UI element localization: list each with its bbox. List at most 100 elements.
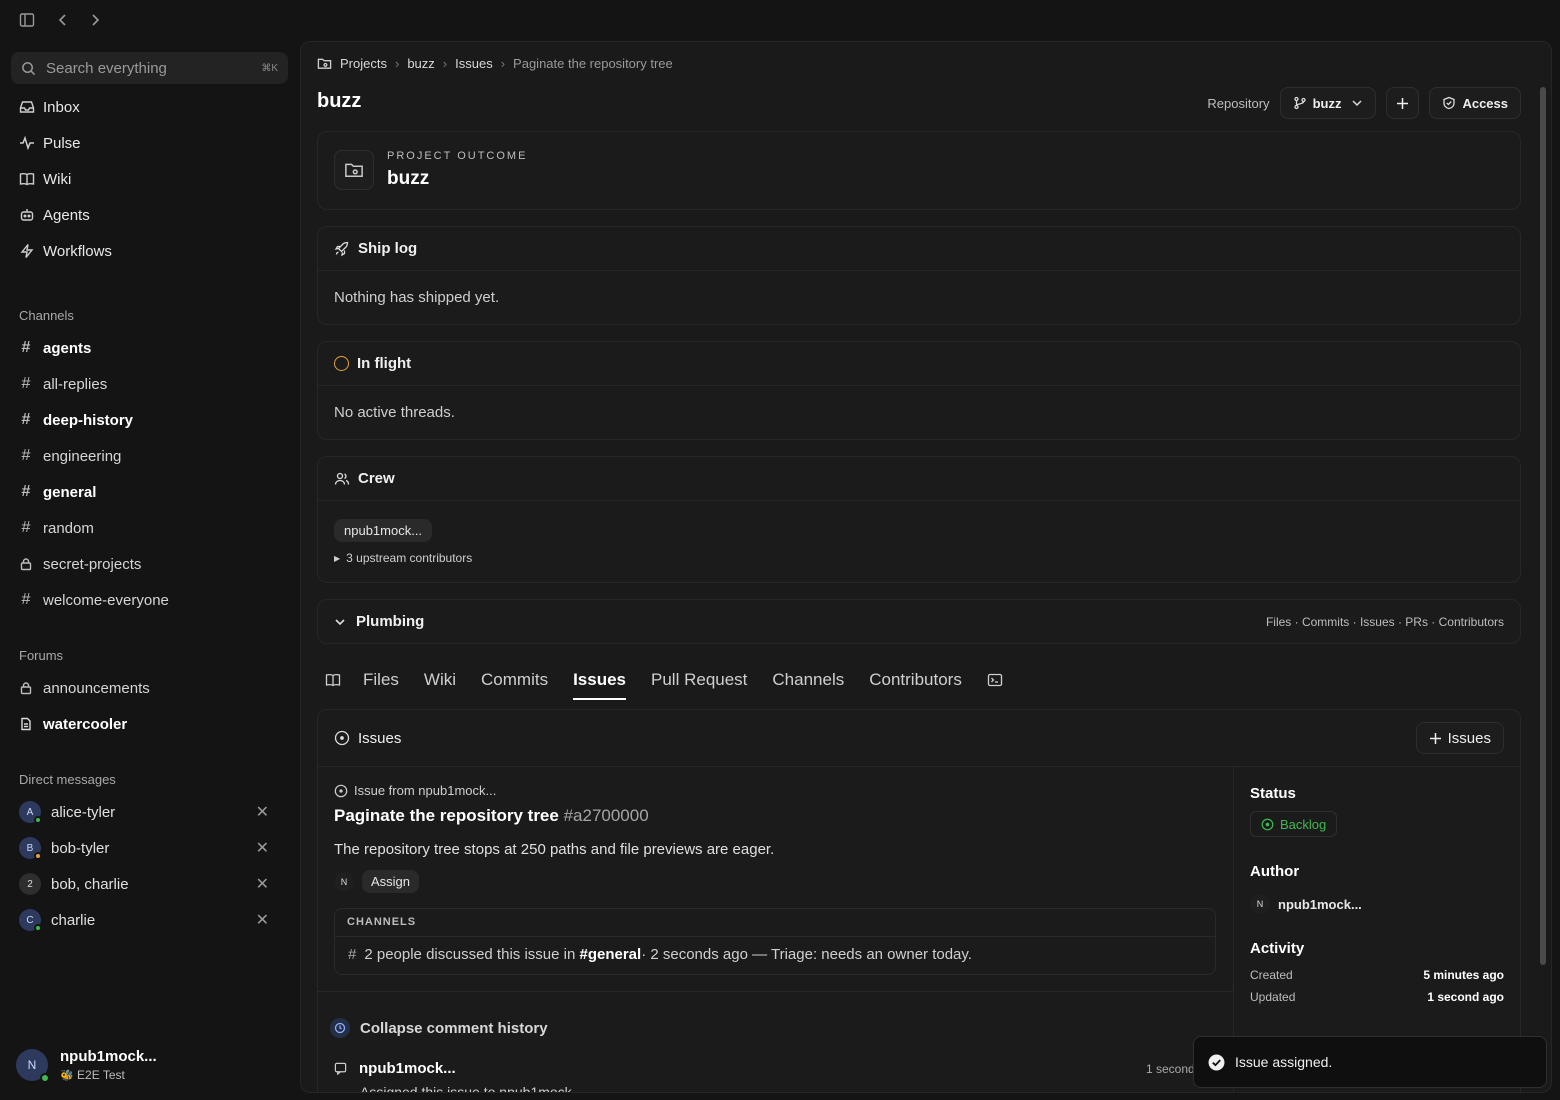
project-outcome-card: PROJECT OUTCOME buzz <box>317 131 1521 210</box>
add-button[interactable] <box>1386 87 1420 119</box>
comment-author: npub1mock... <box>359 1060 456 1077</box>
search-shortcut: ⌘K <box>261 62 278 74</box>
channel-item[interactable]: # agents <box>19 336 92 360</box>
forums-section-label: Forums <box>19 648 64 663</box>
forum-item[interactable]: announcements <box>19 676 150 700</box>
comment-history-toggle[interactable]: Collapse comment history <box>330 1018 548 1038</box>
nav-item-agents[interactable]: Agents <box>19 203 90 227</box>
tab-pull-request[interactable]: Pull Request <box>651 662 747 698</box>
close-icon[interactable]: ✕ <box>256 874 269 894</box>
channel-link[interactable]: #general <box>579 946 641 963</box>
breadcrumb-item[interactable]: Issues <box>455 56 493 71</box>
hash-icon: # <box>21 519 31 536</box>
plumbing-links[interactable]: Files · Commits · Issues · PRs · Contrib… <box>1266 615 1504 629</box>
search-input[interactable]: Search everything ⌘K <box>11 52 288 84</box>
close-icon[interactable]: ✕ <box>256 910 269 930</box>
avatar: N <box>334 871 354 892</box>
caret-right-icon: ▶ <box>334 553 341 563</box>
upstream-toggle[interactable]: ▶ 3 upstream contributors <box>334 551 472 565</box>
breadcrumb: Projects › buzz › Issues › Paginate the … <box>317 56 673 71</box>
status-badge[interactable]: Backlog <box>1250 811 1338 837</box>
forum-item[interactable]: watercooler <box>19 712 127 736</box>
nav-item-inbox[interactable]: Inbox <box>19 95 80 119</box>
channels-section-label: Channels <box>19 308 74 323</box>
avatar: 2 <box>19 873 41 895</box>
folder-icon <box>317 56 332 71</box>
terminal-icon[interactable] <box>987 672 1003 688</box>
crew-header: Crew <box>318 457 1520 501</box>
channel-name: welcome-everyone <box>43 591 169 609</box>
dm-name: alice-tyler <box>51 803 116 821</box>
issue-title: Paginate the repository tree <box>334 806 559 825</box>
assign-button[interactable]: Assign <box>362 870 420 893</box>
channel-item[interactable]: # random <box>19 516 94 540</box>
ship-log-card: Ship log Nothing has shipped yet. <box>317 226 1521 325</box>
nav-item-wiki[interactable]: Wiki <box>19 167 71 191</box>
book-icon <box>19 171 35 187</box>
assign-row: N Assign <box>334 870 420 893</box>
crew-member-chip[interactable]: npub1mock... <box>334 519 433 542</box>
book-icon[interactable] <box>325 672 341 688</box>
plumbing-title: Plumbing <box>356 613 425 630</box>
breadcrumb-item[interactable]: buzz <box>407 56 434 71</box>
plumbing-card[interactable]: Plumbing Files · Commits · Issues · PRs … <box>317 599 1521 644</box>
chevron-right-icon: › <box>500 56 506 71</box>
forum-name: announcements <box>43 679 150 697</box>
channel-item[interactable]: # welcome-everyone <box>19 588 169 612</box>
dm-name: charlie <box>51 911 96 929</box>
issue-title-row: Paginate the repository tree #a2700000 <box>334 806 649 826</box>
branch-select[interactable]: buzz <box>1279 87 1377 119</box>
presence-dot <box>34 852 42 860</box>
chevron-left-icon[interactable] <box>54 11 72 29</box>
dm-item[interactable]: 2 bob, charlie ✕ <box>19 872 269 896</box>
plumbing-header: Plumbing <box>334 613 424 630</box>
current-user[interactable]: N npub1mock... 🐝 E2E Test <box>16 1048 157 1083</box>
document-icon <box>19 717 33 731</box>
tab-commits[interactable]: Commits <box>481 662 548 698</box>
close-icon[interactable]: ✕ <box>256 838 269 858</box>
chevron-right-icon[interactable] <box>86 11 104 29</box>
user-name: npub1mock... <box>60 1048 157 1065</box>
nav-item-pulse[interactable]: Pulse <box>19 131 81 155</box>
channel-item[interactable]: secret-projects <box>19 552 141 576</box>
tab-files[interactable]: Files <box>363 662 399 698</box>
nav-label: Workflows <box>43 242 112 260</box>
dm-item[interactable]: A alice-tyler ✕ <box>19 800 269 824</box>
sidebar-toggle-icon[interactable] <box>18 11 36 29</box>
users-icon <box>334 471 350 487</box>
new-issue-button[interactable]: Issues <box>1415 722 1504 754</box>
issue-channels-box: CHANNELS # 2 people discussed this issue… <box>334 908 1216 975</box>
avatar: B <box>19 837 42 860</box>
issue-circle-icon <box>334 730 350 746</box>
close-icon[interactable]: ✕ <box>256 802 269 822</box>
channel-item[interactable]: # engineering <box>19 444 122 468</box>
in-flight-card: In flight No active threads. <box>317 341 1521 440</box>
channel-name: secret-projects <box>43 555 142 573</box>
tab-channels[interactable]: Channels <box>772 662 844 698</box>
issue-circle-icon <box>334 784 348 798</box>
dm-item[interactable]: B bob-tyler ✕ <box>19 836 269 860</box>
dm-item[interactable]: C charlie ✕ <box>19 908 269 932</box>
access-button[interactable]: Access <box>1429 87 1521 119</box>
outcome-eyebrow: PROJECT OUTCOME <box>387 150 528 162</box>
in-flight-empty: No active threads. <box>334 404 455 421</box>
tab-wiki[interactable]: Wiki <box>424 662 456 698</box>
updated-value: 1 second ago <box>1427 990 1504 1004</box>
channel-name: deep-history <box>43 411 134 429</box>
access-label: Access <box>1462 95 1508 111</box>
history-icon <box>330 1018 350 1038</box>
tab-contributors[interactable]: Contributors <box>869 662 962 698</box>
chevron-down-icon <box>334 616 346 628</box>
breadcrumb-item[interactable]: Projects <box>340 56 387 71</box>
comment-time: 1 second <box>1146 1062 1195 1076</box>
nav-item-workflows[interactable]: Workflows <box>19 239 112 263</box>
author-row: N npub1mock... <box>1250 894 1362 914</box>
channel-item[interactable]: # deep-history <box>19 408 133 432</box>
channel-item[interactable]: # all-replies <box>19 372 108 396</box>
tab-issues[interactable]: Issues <box>573 662 626 700</box>
scrollbar[interactable] <box>1540 87 1546 965</box>
rocket-icon <box>334 241 350 257</box>
ship-log-header: Ship log <box>318 227 1520 271</box>
channel-item[interactable]: # general <box>19 480 97 504</box>
branch-name: buzz <box>1312 95 1342 111</box>
